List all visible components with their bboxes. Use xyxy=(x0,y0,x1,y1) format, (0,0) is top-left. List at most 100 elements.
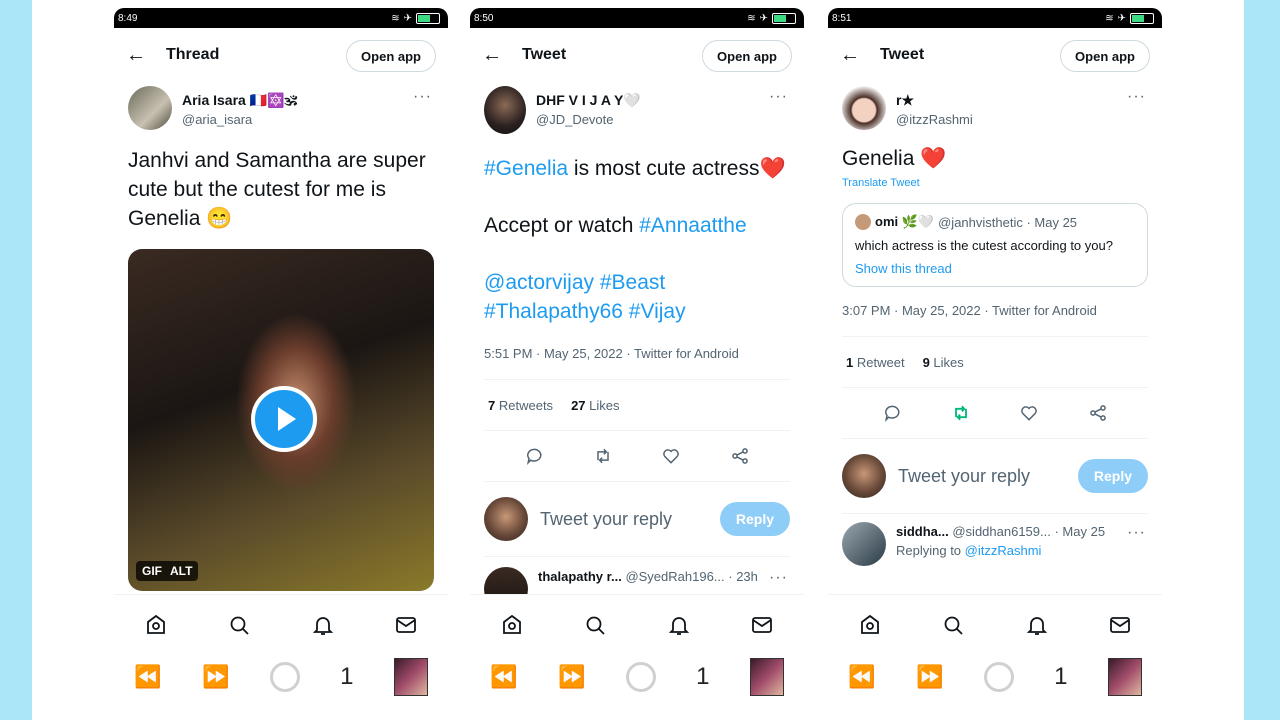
airplane-icon: ✈ xyxy=(759,12,768,24)
open-app-button[interactable]: Open app xyxy=(1060,40,1150,72)
tweet-gif[interactable]: GIF ALT xyxy=(128,249,434,591)
wifi-icon: ≋ xyxy=(1105,12,1114,24)
author-handle[interactable]: @itzzRashmi xyxy=(896,112,973,127)
home-icon[interactable] xyxy=(144,613,168,637)
tweet-text: Janhvi and Samantha are super cute but t… xyxy=(128,149,426,230)
thumbnail-image[interactable] xyxy=(1107,658,1142,696)
reply-input[interactable]: Tweet your reply xyxy=(540,509,720,530)
avatar[interactable] xyxy=(128,86,172,130)
back-arrow-icon[interactable]: ← xyxy=(482,44,522,67)
reply-icon[interactable] xyxy=(524,446,544,466)
top-bar: ← Tweet Open app xyxy=(470,28,804,82)
rewind-icon[interactable]: ⏪ xyxy=(134,664,161,690)
author-name[interactable]: r★ xyxy=(896,92,973,109)
tweet-text: is most cute actress❤️ xyxy=(568,157,786,180)
notifications-bell-icon[interactable] xyxy=(1025,613,1049,637)
more-options-icon[interactable]: ··· xyxy=(769,569,788,587)
back-arrow-icon[interactable]: ← xyxy=(126,44,166,67)
more-options-icon[interactable]: ··· xyxy=(1127,524,1146,542)
tweet-stats: 1 Retweet 9 Likes xyxy=(828,337,1162,387)
reply-composer: Tweet your reply Reply xyxy=(828,439,1162,513)
author-name[interactable]: DHF V I J A Y🤍 xyxy=(536,92,641,109)
page-count: 1 xyxy=(1054,663,1068,690)
thumbnail-image[interactable] xyxy=(749,658,784,696)
status-icons: ≋ ✈ xyxy=(1105,12,1154,24)
media-controls: ⏪ ⏩ 1 xyxy=(828,648,1162,706)
share-icon[interactable] xyxy=(1088,403,1108,423)
battery-icon xyxy=(772,12,796,24)
reply-author-name[interactable]: thalapathy r... xyxy=(538,569,622,584)
more-options-icon[interactable]: ··· xyxy=(769,88,788,106)
messages-envelope-icon[interactable] xyxy=(750,613,774,637)
messages-envelope-icon[interactable] xyxy=(1108,613,1132,637)
mention-hashtag-line[interactable]: @actorvijay #Beast xyxy=(470,268,804,297)
rewind-icon[interactable]: ⏪ xyxy=(848,664,875,690)
like-heart-icon[interactable] xyxy=(1019,403,1039,423)
replying-to-label: Replying to xyxy=(896,543,965,558)
wifi-icon: ≋ xyxy=(747,12,756,24)
divider xyxy=(484,556,790,557)
reply-input[interactable]: Tweet your reply xyxy=(898,466,1078,487)
fast-forward-icon[interactable]: ⏩ xyxy=(916,664,943,690)
media-controls: ⏪ ⏩ 1 xyxy=(114,648,448,706)
more-options-icon[interactable]: ··· xyxy=(1127,88,1146,106)
hashtag-link[interactable]: #Genelia xyxy=(484,157,568,180)
messages-envelope-icon[interactable] xyxy=(394,613,418,637)
retweets-stat[interactable]: 1 Retweet xyxy=(846,355,905,370)
retweet-icon[interactable] xyxy=(951,403,971,423)
translate-tweet-link[interactable]: Translate Tweet xyxy=(828,173,1162,189)
thumbnail-image[interactable] xyxy=(393,658,428,696)
page-count: 1 xyxy=(340,663,354,690)
right-background-panel xyxy=(1244,0,1280,720)
author-handle[interactable]: @JD_Devote xyxy=(536,112,641,127)
replying-to-link[interactable]: @itzzRashmi xyxy=(965,543,1042,558)
reply-author-name[interactable]: siddha... xyxy=(896,524,949,539)
status-bar: 8:50 ≋ ✈ xyxy=(470,8,804,28)
home-icon[interactable] xyxy=(500,613,524,637)
search-icon[interactable] xyxy=(583,613,607,637)
author-handle[interactable]: @aria_isara xyxy=(182,112,297,127)
search-icon[interactable] xyxy=(227,613,251,637)
hashtag-link[interactable]: #Annaatthe xyxy=(639,214,746,237)
loading-spinner-icon xyxy=(269,662,300,692)
retweets-stat[interactable]: 7 Retweets xyxy=(488,398,553,413)
page-title: Tweet xyxy=(522,46,567,63)
avatar[interactable] xyxy=(842,86,886,130)
show-thread-link[interactable]: Show this thread xyxy=(855,261,1135,276)
likes-stat[interactable]: 9 Likes xyxy=(923,355,964,370)
quoted-tweet[interactable]: omi 🌿🤍 @janhvisthetic · May 25 which act… xyxy=(842,203,1148,287)
more-options-icon[interactable]: ··· xyxy=(413,88,432,106)
open-app-button[interactable]: Open app xyxy=(346,40,436,72)
tweet-actions xyxy=(828,388,1162,438)
open-app-button[interactable]: Open app xyxy=(702,40,792,72)
reply-button[interactable]: Reply xyxy=(1077,459,1148,493)
notifications-bell-icon[interactable] xyxy=(311,613,335,637)
alt-label[interactable]: ALT xyxy=(170,564,192,578)
reply-button[interactable]: Reply xyxy=(719,502,790,536)
back-arrow-icon[interactable]: ← xyxy=(840,44,880,67)
avatar[interactable] xyxy=(484,86,526,134)
fast-forward-icon[interactable]: ⏩ xyxy=(202,664,229,690)
avatar[interactable] xyxy=(842,522,886,566)
tweet-text: Accept or watch xyxy=(484,214,640,237)
fast-forward-icon[interactable]: ⏩ xyxy=(558,664,585,690)
reply-icon[interactable] xyxy=(882,403,902,423)
notifications-bell-icon[interactable] xyxy=(667,613,691,637)
play-icon[interactable] xyxy=(251,386,317,452)
next-reply-row[interactable]: siddha... @siddhan6159... · May 25 Reply… xyxy=(828,522,1162,566)
phone-screen-1: 8:49 ≋ ✈ ← Thread Open app Aria Isara 🇫🇷… xyxy=(114,8,448,720)
author-name[interactable]: Aria Isara 🇫🇷🔯🕉 xyxy=(182,92,297,109)
like-heart-icon[interactable] xyxy=(661,446,681,466)
search-icon[interactable] xyxy=(941,613,965,637)
home-icon[interactable] xyxy=(858,613,882,637)
likes-stat[interactable]: 27 Likes xyxy=(571,398,619,413)
quoted-avatar xyxy=(855,214,871,230)
retweet-icon[interactable] xyxy=(593,446,613,466)
share-icon[interactable] xyxy=(730,446,750,466)
hashtag-line[interactable]: #Thalapathy66 #Vijay xyxy=(470,297,804,326)
bottom-nav xyxy=(114,594,448,655)
reply-time: · May 25 xyxy=(1054,524,1106,539)
rewind-icon[interactable]: ⏪ xyxy=(490,664,517,690)
page-count: 1 xyxy=(696,663,710,690)
top-bar: ← Thread Open app xyxy=(114,28,448,82)
